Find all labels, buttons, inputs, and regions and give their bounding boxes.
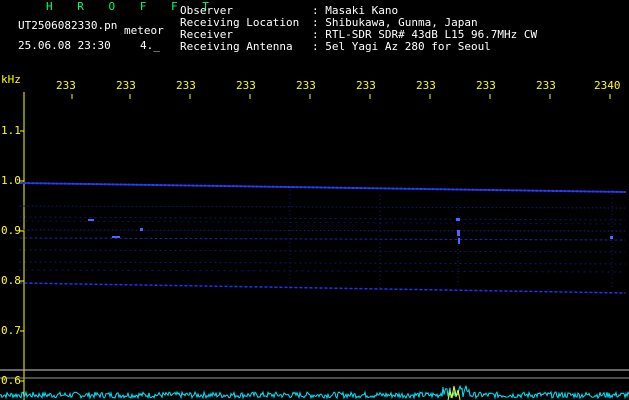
mode-label: meteor <box>124 24 164 37</box>
x-tick-label: 233 <box>116 79 136 92</box>
trace-lines <box>19 182 626 294</box>
x-tick-label: 233 <box>56 79 76 92</box>
date-time: 25.06.08 23:30 <box>18 39 111 52</box>
y-tick-label: 0.9 <box>1 224 21 237</box>
x-tick-marks <box>71 94 611 99</box>
x-tick-label: 233 <box>296 79 316 92</box>
spectrogram-plot <box>0 92 629 400</box>
x-tick-label: 233 <box>236 79 256 92</box>
y-tick-label: 0.7 <box>1 324 21 337</box>
y-tick-label: 1.0 <box>1 174 21 187</box>
x-tick-label: 233 <box>536 79 556 92</box>
antenna-label: Receiving Antenna <box>180 40 293 53</box>
y-tick-label: 1.1 <box>1 124 21 137</box>
x-tick-label: 233 <box>356 79 376 92</box>
x-tick-label: 233 <box>476 79 496 92</box>
vertical-streaks <box>289 190 613 290</box>
spectrum-line <box>0 384 629 400</box>
y-tick-marks <box>20 130 24 382</box>
y-tick-label: 0.8 <box>1 274 21 287</box>
header-value: 4._ <box>140 39 160 52</box>
x-tick-label: 233 <box>176 79 196 92</box>
x-tick-label: 2340 <box>594 79 621 92</box>
y-unit-label: kHz <box>1 73 21 86</box>
x-tick-label: 233 <box>416 79 436 92</box>
file-name: UT2506082330.pn <box>18 19 118 32</box>
antenna-value: : 5el Yagi Az 280 for Seoul <box>312 40 491 53</box>
meteor-echoes <box>88 218 613 244</box>
y-tick-label: 0.6 <box>1 374 21 387</box>
spectrum-trace <box>0 384 629 400</box>
